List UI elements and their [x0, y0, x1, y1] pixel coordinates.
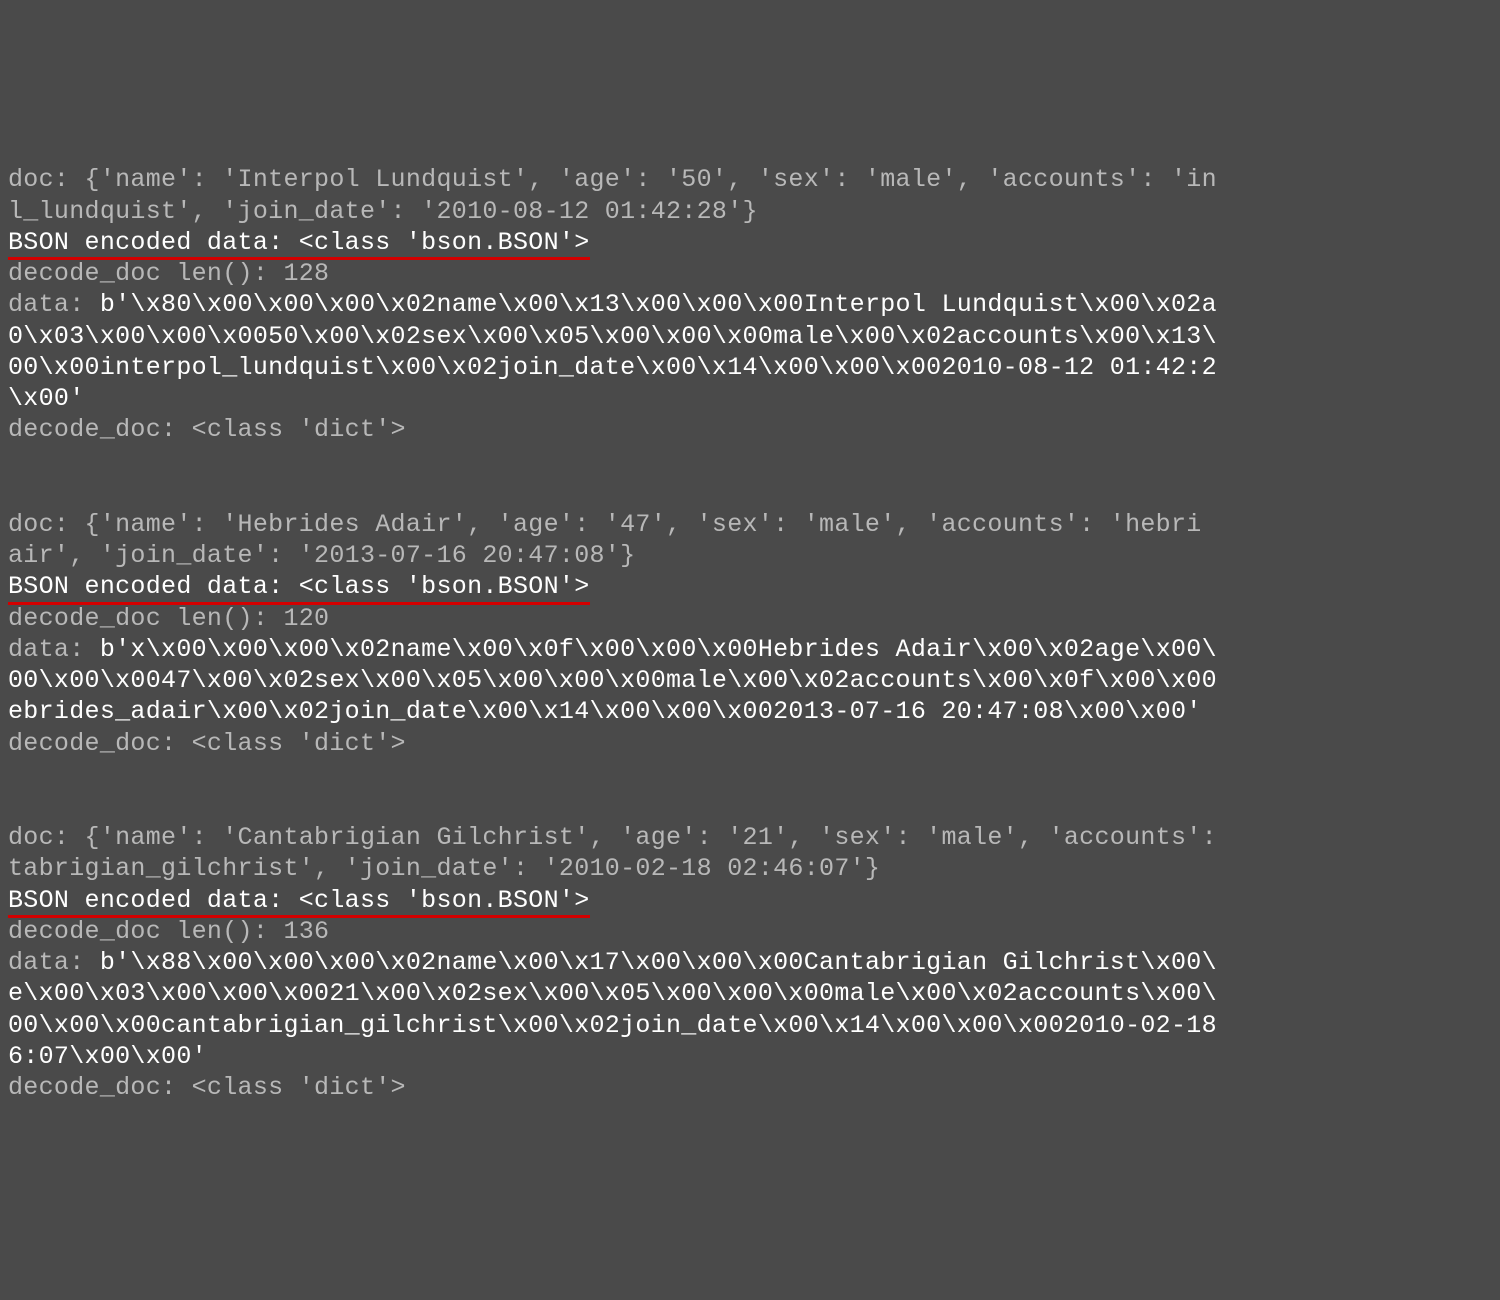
decode-doc-class: decode_doc: <class 'dict'> [8, 729, 406, 758]
doc-dict-line1: doc: {'name': 'Interpol Lundquist', 'age… [8, 165, 1217, 194]
data-bytes-line3: ebrides_adair\x00\x02join_date\x00\x14\x… [8, 697, 1202, 726]
terminal-output-entry: doc: {'name': 'Hebrides Adair', 'age': '… [8, 478, 1492, 759]
data-bytes-line4: \x00' [8, 384, 85, 413]
data-prefix: data: [8, 948, 100, 977]
doc-dict-line2: air', 'join_date': '2013-07-16 20:47:08'… [8, 541, 635, 570]
data-bytes-line2: e\x00\x03\x00\x00\x0021\x00\x02sex\x00\x… [8, 979, 1217, 1008]
bson-encoded-label: BSON encoded data: <class 'bson.BSON'> [8, 571, 590, 602]
data-prefix: data: [8, 290, 100, 319]
bson-encoded-label: BSON encoded data: <class 'bson.BSON'> [8, 885, 590, 916]
decode-doc-len: decode_doc len(): 136 [8, 917, 329, 946]
data-bytes-line2: 0\x03\x00\x00\x0050\x00\x02sex\x00\x05\x… [8, 322, 1217, 351]
data-bytes-line1: b'\x80\x00\x00\x00\x02name\x00\x13\x00\x… [100, 290, 1217, 319]
data-bytes-line1: b'x\x00\x00\x00\x02name\x00\x0f\x00\x00\… [100, 635, 1217, 664]
terminal-output-entry: doc: {'name': 'Interpol Lundquist', 'age… [8, 133, 1492, 446]
bson-encoded-label: BSON encoded data: <class 'bson.BSON'> [8, 227, 590, 258]
terminal-output-entry: doc: {'name': 'Cantabrigian Gilchrist', … [8, 791, 1492, 1104]
data-prefix: data: [8, 635, 100, 664]
doc-dict-line1: doc: {'name': 'Cantabrigian Gilchrist', … [8, 823, 1217, 852]
data-bytes-line3: 00\x00interpol_lundquist\x00\x02join_dat… [8, 353, 1217, 382]
decode-doc-len: decode_doc len(): 128 [8, 259, 329, 288]
doc-dict-line2: tabrigian_gilchrist', 'join_date': '2010… [8, 854, 880, 883]
decode-doc-class: decode_doc: <class 'dict'> [8, 1073, 406, 1102]
data-bytes-line3: 00\x00\x00cantabrigian_gilchrist\x00\x02… [8, 1011, 1217, 1040]
doc-dict-line1: doc: {'name': 'Hebrides Adair', 'age': '… [8, 510, 1202, 539]
decode-doc-class: decode_doc: <class 'dict'> [8, 415, 406, 444]
data-bytes-line4: 6:07\x00\x00' [8, 1042, 207, 1071]
decode-doc-len: decode_doc len(): 120 [8, 604, 329, 633]
data-bytes-line2: 00\x00\x0047\x00\x02sex\x00\x05\x00\x00\… [8, 666, 1217, 695]
data-bytes-line1: b'\x88\x00\x00\x00\x02name\x00\x17\x00\x… [100, 948, 1217, 977]
doc-dict-line2: l_lundquist', 'join_date': '2010-08-12 0… [8, 197, 758, 226]
